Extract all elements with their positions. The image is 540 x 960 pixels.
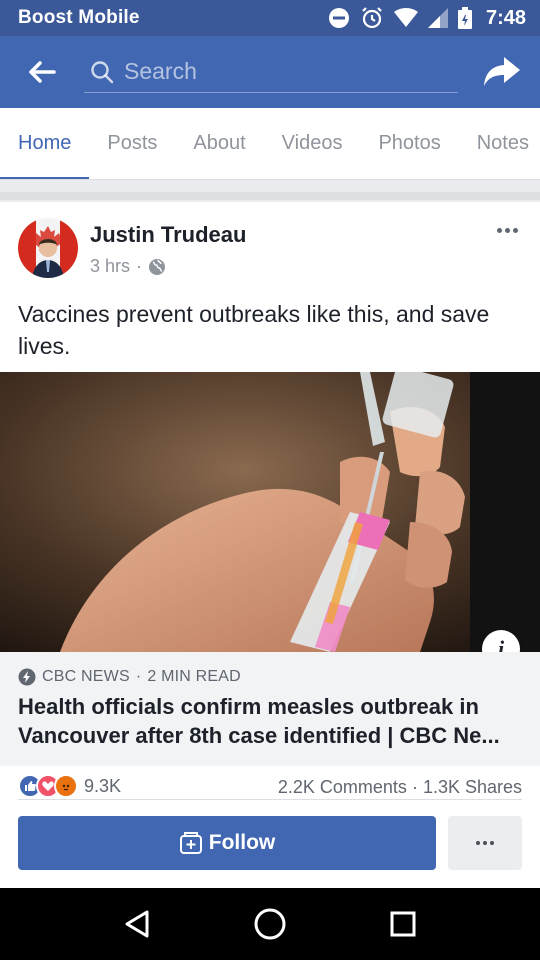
- comment-count[interactable]: 2.2K Comments: [278, 777, 407, 797]
- back-button[interactable]: [26, 56, 58, 88]
- dot: [476, 841, 480, 845]
- feed-gap: [0, 180, 540, 200]
- post-header: Justin Trudeau 3 hrs ·: [18, 218, 522, 284]
- tab-home[interactable]: Home: [0, 108, 90, 179]
- battery-icon: [457, 7, 472, 29]
- tab-notes[interactable]: Notes: [459, 108, 540, 179]
- search-icon: [91, 60, 114, 83]
- tab-photos[interactable]: Photos: [360, 108, 458, 179]
- link-preview-image[interactable]: i: [0, 372, 540, 652]
- signal-icon: [427, 8, 448, 28]
- follow-button[interactable]: Follow: [18, 816, 436, 870]
- carrier-name: Boost Mobile: [18, 7, 140, 28]
- stats-divider: [18, 799, 522, 800]
- post-options-button[interactable]: [492, 218, 522, 242]
- dot: [512, 227, 518, 233]
- share-arrow-icon: [484, 57, 520, 86]
- post-card: Justin Trudeau 3 hrs · Vaccines prevent …: [0, 202, 540, 888]
- action-row: Follow: [18, 816, 522, 870]
- dot: [504, 227, 510, 233]
- post-stats: 9.3K 2.2K Comments · 1.3K Shares: [18, 772, 522, 798]
- wifi-icon: [393, 8, 418, 28]
- post-time[interactable]: 3 hrs: [90, 256, 130, 277]
- dot: [490, 841, 494, 845]
- back-arrow-icon: [29, 61, 56, 83]
- follow-icon: [179, 832, 202, 854]
- link-source: CBC NEWS · 2 MIN READ: [18, 668, 522, 686]
- more-actions-button[interactable]: [448, 816, 522, 870]
- search-box[interactable]: [84, 51, 458, 93]
- angry-reaction-icon: [54, 774, 78, 798]
- share-count[interactable]: 1.3K Shares: [423, 777, 522, 797]
- vaccine-photo: [0, 372, 540, 652]
- circle-home-icon: [254, 908, 286, 940]
- share-button[interactable]: [482, 52, 522, 92]
- source-separator: ·: [135, 668, 142, 685]
- instant-article-icon: [18, 668, 36, 686]
- clock: 7:48: [485, 6, 526, 29]
- comments-shares[interactable]: 2.2K Comments · 1.3K Shares: [278, 777, 522, 798]
- status-bar: Boost Mobile 7:48: [0, 0, 540, 36]
- read-time: 2 MIN READ: [147, 668, 241, 685]
- dot: [483, 841, 487, 845]
- author-name[interactable]: Justin Trudeau: [90, 222, 246, 248]
- tab-posts[interactable]: Posts: [89, 108, 175, 179]
- source-name: CBC NEWS: [42, 668, 130, 685]
- alarm-icon: [360, 6, 384, 30]
- link-title: Health officials confirm measles outbrea…: [18, 694, 500, 748]
- stats-separator: ·: [411, 777, 423, 797]
- tab-videos[interactable]: Videos: [264, 108, 361, 179]
- do-not-disturb-icon: [328, 7, 350, 29]
- search-input[interactable]: [124, 58, 424, 85]
- reaction-count: 9.3K: [84, 775, 122, 796]
- avatar[interactable]: [18, 218, 78, 278]
- tab-about[interactable]: About: [175, 108, 263, 179]
- post-meta: 3 hrs ·: [90, 256, 246, 277]
- dot: [496, 227, 502, 233]
- triangle-back-icon: [125, 910, 149, 938]
- meta-separator: ·: [136, 256, 143, 276]
- navigation-bar: [0, 888, 540, 960]
- app-bar: [0, 36, 540, 108]
- link-caption[interactable]: CBC NEWS · 2 MIN READ Health officials c…: [0, 652, 540, 766]
- page-tabs: Home Posts About Videos Photos Notes: [0, 108, 540, 180]
- status-icons: 7:48: [328, 6, 526, 30]
- author-block: Justin Trudeau 3 hrs ·: [90, 218, 246, 284]
- nav-home-button[interactable]: [246, 900, 294, 948]
- post-text: Vaccines prevent outbreaks like this, an…: [18, 301, 490, 359]
- nav-back-button[interactable]: [113, 900, 161, 948]
- globe-icon: [149, 258, 166, 275]
- reactions[interactable]: 9.3K: [18, 774, 121, 798]
- follow-label: Follow: [208, 831, 276, 854]
- feed-divider: [0, 192, 540, 200]
- nav-recents-button[interactable]: [379, 900, 427, 948]
- square-recents-icon: [390, 911, 416, 937]
